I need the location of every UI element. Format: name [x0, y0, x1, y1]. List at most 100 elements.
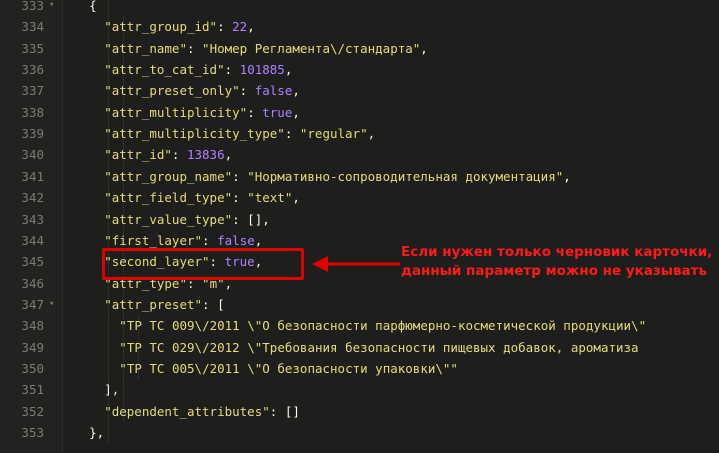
- code-text[interactable]: },: [89, 422, 104, 443]
- indent-guide: [107, 357, 109, 379]
- code-text[interactable]: "attr_type": "m",: [104, 273, 232, 294]
- annotation-line-1: Если нужен только черновик карточки,: [401, 244, 713, 260]
- code-token: "attr_value_type": [104, 211, 233, 227]
- code-text[interactable]: {: [89, 0, 97, 16]
- code-token: "attr_type": [104, 275, 187, 291]
- code-line[interactable]: 341 "attr_group_name": "Нормативно-сопров…: [0, 165, 719, 187]
- code-line[interactable]: 337 "attr_preset_only": false,: [0, 80, 719, 102]
- line-number: 349: [21, 339, 44, 355]
- fold-arrow-icon[interactable]: ▾: [49, 294, 54, 315]
- line-number: 353: [21, 425, 44, 440]
- code-text[interactable]: ],: [104, 379, 119, 400]
- code-token: "attr_preset": [104, 296, 203, 312]
- code-token: "first_layer": [104, 232, 203, 248]
- line-number: 333: [21, 0, 44, 13]
- code-token: "attr_group_id": [104, 19, 218, 35]
- code-line[interactable]: 339 "attr_multiplicity_type": "regular",: [0, 123, 719, 145]
- line-number: 339: [21, 126, 44, 142]
- code-line[interactable]: 353},: [0, 422, 719, 443]
- code-text[interactable]: "attr_field_type": "text",: [104, 187, 300, 208]
- line-number: 346: [21, 275, 44, 291]
- code-text[interactable]: "attr_value_type": [],: [104, 209, 270, 230]
- code-token: "Нормативно-сопроводительная документаци…: [247, 168, 564, 184]
- code-line[interactable]: 348 "ТР ТС 009\/2011 \"О безопасности пар…: [0, 315, 719, 337]
- line-number: 342: [21, 190, 44, 206]
- code-token: : [: [202, 296, 225, 312]
- code-token: "m": [202, 275, 225, 291]
- code-line[interactable]: 352 "dependent_attributes": []: [0, 400, 719, 422]
- code-line[interactable]: 333 ▾ {: [0, 0, 719, 16]
- code-token: ,: [224, 275, 233, 291]
- line-number: 337: [21, 83, 44, 99]
- code-token: ,: [254, 232, 263, 248]
- line-number: 345: [21, 254, 44, 270]
- code-line[interactable]: 350 "ТР ТС 005\/2011 \"О безопасности упа…: [0, 357, 719, 379]
- code-text[interactable]: "ТР ТС 029\/2012 \"Требования безопаснос…: [119, 337, 638, 358]
- code-token: ,: [367, 126, 376, 142]
- code-token: "ТР ТС 005\/2011 \"О безопасности упаков…: [119, 360, 458, 376]
- line-number: 338: [21, 104, 44, 120]
- code-line[interactable]: 351],: [0, 379, 719, 401]
- code-token: :: [171, 147, 187, 163]
- code-text[interactable]: "attr_preset_only": false,: [104, 80, 300, 101]
- code-token: :: [217, 19, 233, 35]
- code-text[interactable]: "ТР ТС 009\/2011 \"О безопасности парфюм…: [119, 315, 646, 336]
- line-number: 351: [21, 382, 44, 398]
- code-text[interactable]: "attr_name": "Номер Регламента\/стандарт…: [104, 38, 428, 59]
- fold-arrow-icon[interactable]: ▾: [49, 0, 54, 16]
- code-token: "second_layer": [104, 254, 210, 270]
- code-token: false: [254, 83, 293, 99]
- code-token: {: [89, 0, 97, 13]
- code-line[interactable]: 334 "attr_group_id": 22,: [0, 16, 719, 38]
- line-number: 348: [21, 318, 44, 334]
- indent-guide: [107, 315, 109, 337]
- code-token: ,: [254, 254, 263, 270]
- code-token: :: [239, 83, 255, 99]
- line-number: 350: [21, 360, 44, 376]
- code-text[interactable]: "attr_id": 13836,: [104, 144, 232, 165]
- code-line[interactable]: 349 "ТР ТС 029\/2012 \"Требования безопас…: [0, 336, 719, 358]
- code-text[interactable]: "ТР ТС 005\/2011 \"О безопасности упаков…: [119, 358, 458, 379]
- line-number: 341: [21, 168, 44, 184]
- code-text[interactable]: "first_layer": false,: [104, 230, 262, 251]
- code-token: ,: [292, 190, 300, 206]
- code-token: false: [217, 232, 255, 248]
- line-number: 335: [21, 40, 44, 56]
- code-token: },: [89, 425, 105, 440]
- code-line[interactable]: 347 ▾ "attr_preset": [: [0, 293, 719, 315]
- code-text[interactable]: "attr_to_cat_id": 101885,: [104, 59, 292, 80]
- code-token: :: [232, 190, 248, 206]
- code-line[interactable]: 335 "attr_name": "Номер Регламента\/станд…: [0, 37, 719, 59]
- code-line[interactable]: 338 "attr_multiplicity": true,: [0, 101, 719, 123]
- code-token: ,: [292, 104, 300, 120]
- code-line[interactable]: 343 "attr_value_type": [],: [0, 208, 719, 230]
- code-token: 101885: [239, 62, 285, 78]
- code-text[interactable]: "dependent_attributes": []: [104, 401, 300, 422]
- code-line[interactable]: 340 "attr_id": 13836,: [0, 144, 719, 166]
- code-text[interactable]: "attr_group_id": 22,: [104, 16, 255, 37]
- code-token: :: [224, 62, 240, 78]
- line-number: 334: [21, 19, 44, 35]
- code-line[interactable]: 336 "attr_to_cat_id": 101885,: [0, 59, 719, 81]
- code-token: :: [284, 126, 300, 142]
- code-token: :: [202, 232, 218, 248]
- code-line[interactable]: 342 "attr_field_type": "text",: [0, 187, 719, 209]
- code-text[interactable]: "second_layer": true,: [104, 251, 262, 272]
- code-token: :: [209, 254, 225, 270]
- code-token: "attr_multiplicity_type": [104, 126, 285, 142]
- code-text[interactable]: "attr_group_name": "Нормативно-сопроводи…: [104, 166, 571, 187]
- code-editor[interactable]: 333 ▾ {334 "attr_group_id": 22, 335 "attr_nam…: [0, 0, 719, 453]
- code-token: "attr_multiplicity": [104, 104, 248, 120]
- code-token: true: [224, 254, 255, 270]
- code-token: "dependent_attributes": [104, 403, 270, 419]
- code-token: true: [262, 104, 293, 120]
- code-text[interactable]: "attr_multiplicity_type": "regular",: [104, 123, 375, 144]
- line-number: 344: [21, 232, 44, 248]
- line-number: 336: [21, 62, 44, 78]
- code-text[interactable]: "attr_multiplicity": true,: [104, 102, 300, 123]
- code-text[interactable]: "attr_preset": [: [104, 294, 224, 315]
- code-token: ,: [224, 147, 233, 163]
- line-number: 340: [21, 147, 44, 163]
- code-token: "attr_field_type": [104, 190, 233, 206]
- code-token: : [],: [232, 211, 270, 227]
